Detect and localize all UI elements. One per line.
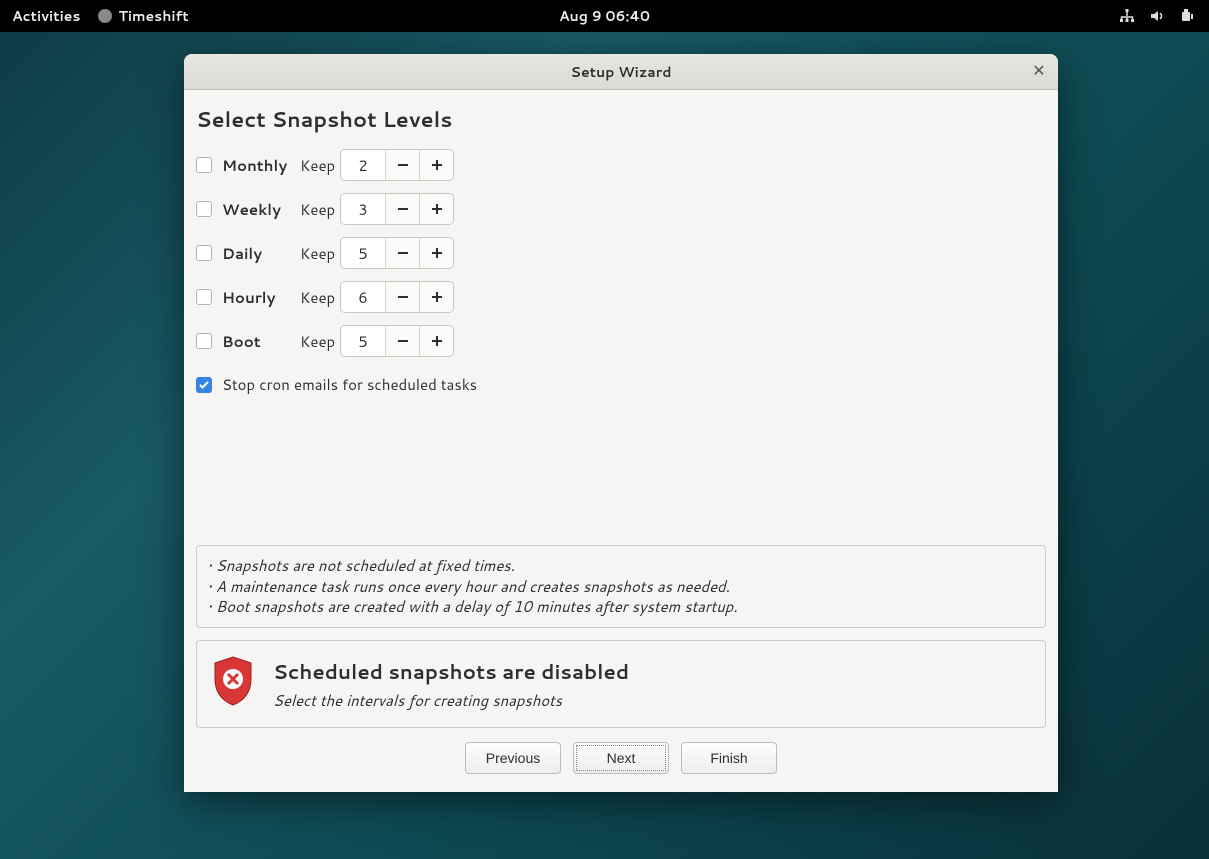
boot-label: Boot: [222, 331, 300, 352]
finish-button[interactable]: Finish: [681, 742, 777, 774]
info-line: • Snapshots are not scheduled at fixed t…: [207, 556, 1035, 576]
page-heading: Select Snapshot Levels: [196, 104, 1046, 134]
app-menu-label: Timeshift: [118, 6, 188, 26]
daily-label: Daily: [222, 243, 300, 264]
daily-value[interactable]: 5: [341, 243, 385, 264]
level-row-hourly: Hourly Keep 6: [196, 280, 1046, 314]
power-icon[interactable]: [1179, 8, 1195, 24]
network-icon[interactable]: [1119, 8, 1135, 24]
weekly-label: Weekly: [222, 199, 300, 220]
gnome-top-bar: Activities Timeshift Aug 9 06:40: [0, 0, 1209, 32]
keep-label: Keep: [300, 331, 340, 352]
weekly-value[interactable]: 3: [341, 199, 385, 220]
boot-decrement-button[interactable]: [385, 326, 419, 356]
level-row-daily: Daily Keep 5: [196, 236, 1046, 270]
wizard-footer: Previous Next Finish: [196, 742, 1046, 780]
cron-emails-checkbox[interactable]: [196, 377, 212, 393]
monthly-spinbox: 2: [340, 149, 454, 181]
monthly-decrement-button[interactable]: [385, 150, 419, 180]
app-menu[interactable]: Timeshift: [98, 6, 188, 26]
daily-increment-button[interactable]: [419, 238, 453, 268]
info-line: • Boot snapshots are created with a dela…: [207, 597, 1035, 617]
monthly-value[interactable]: 2: [341, 155, 385, 176]
boot-value[interactable]: 5: [341, 331, 385, 352]
clock[interactable]: Aug 9 06:40: [559, 6, 650, 26]
level-row-boot: Boot Keep 5: [196, 324, 1046, 358]
daily-checkbox[interactable]: [196, 245, 212, 261]
boot-spinbox: 5: [340, 325, 454, 357]
keep-label: Keep: [300, 287, 340, 308]
weekly-increment-button[interactable]: [419, 194, 453, 224]
hourly-increment-button[interactable]: [419, 282, 453, 312]
weekly-spinbox: 3: [340, 193, 454, 225]
setup-wizard-window: Setup Wizard ✕ Select Snapshot Levels Mo…: [184, 54, 1058, 792]
next-button[interactable]: Next: [573, 742, 669, 774]
close-icon[interactable]: ✕: [1030, 63, 1048, 81]
keep-label: Keep: [300, 243, 340, 264]
previous-button[interactable]: Previous: [465, 742, 561, 774]
level-row-monthly: Monthly Keep 2: [196, 148, 1046, 182]
monthly-checkbox[interactable]: [196, 157, 212, 173]
cron-emails-row: Stop cron emails for scheduled tasks: [196, 374, 1046, 395]
weekly-checkbox[interactable]: [196, 201, 212, 217]
boot-checkbox[interactable]: [196, 333, 212, 349]
info-box: • Snapshots are not scheduled at fixed t…: [196, 545, 1046, 628]
volume-icon[interactable]: [1149, 8, 1165, 24]
snapshot-levels-list: Monthly Keep 2 Weekly Keep 3: [196, 148, 1046, 358]
warning-box: Scheduled snapshots are disabled Select …: [196, 640, 1046, 728]
warning-title: Scheduled snapshots are disabled: [273, 658, 629, 686]
keep-label: Keep: [300, 155, 340, 176]
monthly-increment-button[interactable]: [419, 150, 453, 180]
window-titlebar: Setup Wizard ✕: [184, 54, 1058, 90]
activities-button[interactable]: Activities: [12, 6, 80, 26]
daily-spinbox: 5: [340, 237, 454, 269]
cron-emails-label: Stop cron emails for scheduled tasks: [222, 374, 477, 395]
monthly-label: Monthly: [222, 155, 300, 176]
boot-increment-button[interactable]: [419, 326, 453, 356]
daily-decrement-button[interactable]: [385, 238, 419, 268]
weekly-decrement-button[interactable]: [385, 194, 419, 224]
hourly-decrement-button[interactable]: [385, 282, 419, 312]
info-line: • A maintenance task runs once every hou…: [207, 577, 1035, 597]
hourly-checkbox[interactable]: [196, 289, 212, 305]
level-row-weekly: Weekly Keep 3: [196, 192, 1046, 226]
keep-label: Keep: [300, 199, 340, 220]
hourly-label: Hourly: [222, 287, 300, 308]
timeshift-icon: [98, 9, 112, 23]
shield-error-icon: [211, 655, 255, 713]
window-title: Setup Wizard: [571, 62, 672, 82]
hourly-value[interactable]: 6: [341, 287, 385, 308]
hourly-spinbox: 6: [340, 281, 454, 313]
warning-subtitle: Select the intervals for creating snapsh…: [273, 690, 629, 711]
